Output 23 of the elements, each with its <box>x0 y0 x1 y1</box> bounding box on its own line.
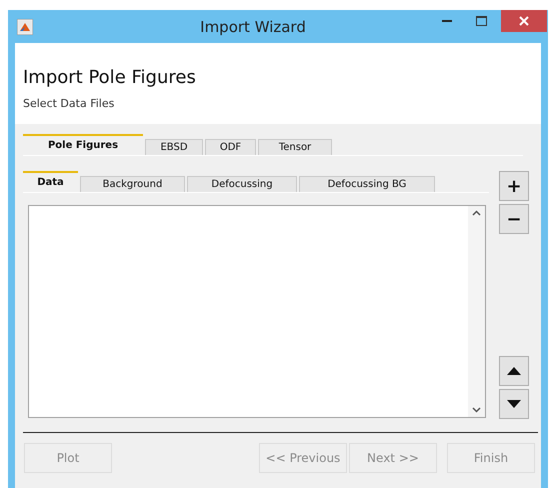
add-button[interactable]: + <box>499 171 529 201</box>
app-icon <box>17 18 33 34</box>
minimize-icon <box>442 20 452 22</box>
move-down-button[interactable] <box>499 389 529 419</box>
tab[interactable]: Defocussing BG <box>299 176 435 192</box>
tab[interactable]: Defocussing <box>187 176 297 192</box>
close-icon <box>519 16 529 26</box>
page-subtitle: Select Data Files <box>23 97 116 110</box>
remove-button[interactable]: − <box>499 204 529 234</box>
tab[interactable]: Tensor <box>258 139 332 155</box>
page-title: Import Pole Figures <box>23 67 197 88</box>
tab[interactable]: Background <box>80 176 185 192</box>
close-button[interactable] <box>501 10 547 32</box>
chevron-down-icon[interactable] <box>472 407 481 413</box>
window-title: Import Wizard <box>199 18 307 36</box>
maximize-icon <box>476 16 486 26</box>
scrollbar[interactable] <box>468 206 485 417</box>
tab[interactable]: EBSD <box>145 139 203 155</box>
triangle-up-icon <box>507 367 521 375</box>
chevron-up-icon[interactable] <box>472 210 481 216</box>
triangle-down-icon <box>507 400 521 408</box>
move-up-button[interactable] <box>499 356 529 386</box>
tab[interactable]: ODF <box>205 139 256 155</box>
